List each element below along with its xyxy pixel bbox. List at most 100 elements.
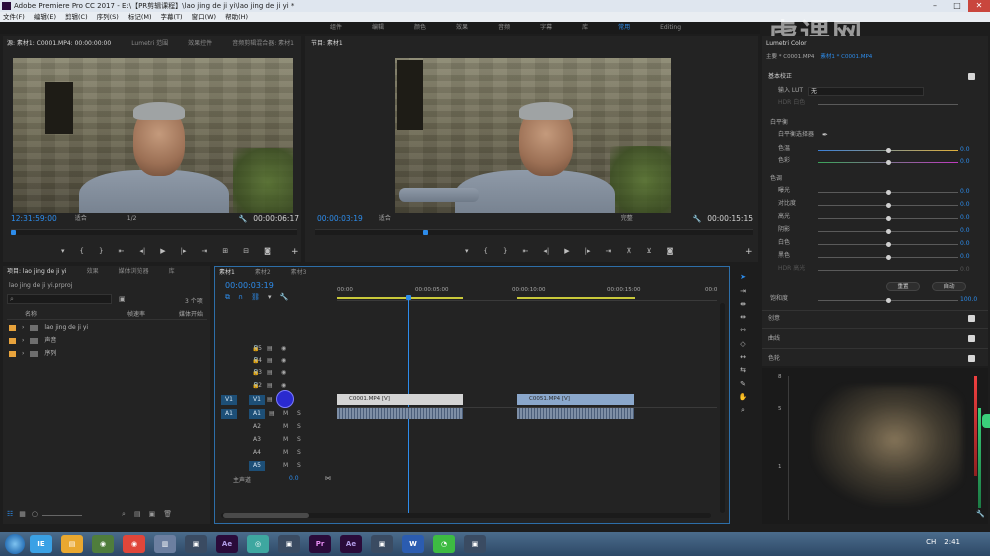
source-patch-v1[interactable]: V1 (221, 395, 237, 405)
go-to-end-icon[interactable]: ⋈ (325, 475, 331, 482)
project-item-row[interactable]: › 声音 (9, 336, 56, 346)
ripple-edit-tool-icon[interactable]: ⇼ (738, 300, 748, 308)
column-name[interactable]: 名称 (25, 310, 37, 320)
temperature-value[interactable]: 0.0 (960, 146, 970, 153)
eye-icon[interactable]: ◉ (281, 369, 286, 376)
program-add-marker-icon[interactable]: ▾ (465, 247, 469, 257)
whites-slider[interactable] (818, 242, 958, 247)
source-playhead[interactable] (11, 230, 16, 235)
insert-icon[interactable]: ⊞ (222, 247, 228, 257)
taskbar-app-icon[interactable]: ▣ (371, 535, 393, 553)
tint-knob[interactable] (886, 160, 891, 165)
highlights-value[interactable]: 0.0 (960, 214, 970, 221)
export-frame-icon[interactable]: ◙ (264, 247, 271, 257)
taskbar-explorer-icon[interactable]: ▤ (61, 535, 83, 553)
solo-button[interactable]: S (297, 423, 301, 430)
tab-lumetri-scopes[interactable]: Lumetri 范围 (131, 38, 168, 50)
taskbar-app-icon[interactable]: ◎ (247, 535, 269, 553)
source-scrub-bar[interactable] (11, 229, 297, 235)
timeline-vertical-scrollbar[interactable] (720, 303, 725, 513)
menu-sequence[interactable]: 序列(S) (97, 12, 119, 22)
track-name-a2[interactable]: A2 (249, 422, 265, 432)
expand-chevron-icon[interactable]: › (22, 336, 24, 346)
creative-checkbox[interactable] (968, 315, 975, 322)
find-icon[interactable]: ⌕ (122, 510, 126, 520)
solo-button[interactable]: S (297, 449, 301, 456)
list-view-icon[interactable]: ☷ (7, 510, 13, 520)
toggle-sync-icon[interactable]: ▤ (267, 357, 273, 364)
blacks-value[interactable]: 0.0 (960, 253, 970, 260)
taskbar-ie-icon[interactable]: IE (30, 535, 52, 553)
menu-edit[interactable]: 编辑(E) (34, 12, 56, 22)
work-area-bar[interactable] (337, 297, 463, 299)
toggle-sync-icon[interactable]: ▤ (267, 345, 273, 352)
slide-tool-icon[interactable]: ⇆ (738, 366, 748, 374)
project-search-input[interactable]: ⌕ (7, 294, 112, 304)
source-timecode-left[interactable]: 12:31:59:00 (11, 214, 57, 224)
expand-chevron-icon[interactable]: › (22, 323, 24, 333)
column-frame-rate[interactable]: 帧速率 (127, 310, 145, 320)
whites-value[interactable]: 0.0 (960, 240, 970, 247)
tab-media-browser[interactable]: 媒体浏览器 (119, 266, 149, 278)
toggle-sync-icon[interactable]: ▤ (267, 382, 273, 389)
shadows-value[interactable]: 0.0 (960, 227, 970, 234)
taskbar-wechat-icon[interactable]: ◔ (433, 535, 455, 553)
program-video-frame[interactable] (395, 58, 671, 213)
eyedropper-icon[interactable]: ✒ (822, 131, 828, 139)
mark-in-icon[interactable]: { (80, 247, 84, 257)
tint-slider[interactable] (818, 160, 958, 165)
track-name-a5[interactable]: A5 (249, 461, 265, 471)
program-resolution-select[interactable]: 完整 (621, 214, 633, 224)
sequence-clip-select[interactable]: 素材1 * C0001.MP4 (820, 52, 872, 62)
program-play-icon[interactable]: ▶ (564, 247, 569, 257)
video-clip[interactable]: C0051.MP4 [V] (517, 394, 634, 405)
taskbar-ae-icon[interactable]: Ae (216, 535, 238, 553)
timeline-horizontal-scrollbar[interactable] (221, 513, 711, 518)
workspace-titles[interactable]: 字幕 (540, 22, 552, 34)
program-go-to-in-icon[interactable]: ⇤ (522, 247, 528, 257)
program-timecode-left[interactable]: 00:00:03:19 (317, 214, 363, 224)
extract-icon[interactable]: ⊻ (646, 247, 651, 257)
timeline-playhead[interactable] (406, 295, 411, 300)
menu-clip[interactable]: 剪辑(C) (65, 12, 88, 22)
tab-libraries[interactable]: 库 (169, 266, 175, 278)
wrench-icon[interactable]: 🔧 (239, 214, 248, 224)
trash-icon[interactable]: 🗑 (163, 510, 172, 520)
program-fit-select[interactable]: 适合 (379, 214, 391, 224)
overwrite-icon[interactable]: ⊟ (243, 247, 249, 257)
audio-clip[interactable] (337, 408, 463, 419)
minimize-icon[interactable]: – (924, 0, 946, 12)
mark-out-icon[interactable]: } (99, 247, 103, 257)
project-item-row[interactable]: › 序列 (9, 349, 56, 359)
video-clip[interactable]: C0001.MP4 [V] (337, 394, 463, 405)
tab-effect-controls[interactable]: 效果控件 (188, 38, 212, 50)
basic-correction-checkbox[interactable] (968, 73, 975, 80)
workspace-audio[interactable]: 音频 (498, 22, 510, 34)
scope-settings-icon[interactable]: 🔧 (976, 510, 985, 518)
taskbar-app-icon[interactable]: ▣ (185, 535, 207, 553)
add-button-icon[interactable]: + (291, 247, 299, 257)
tab-lumetri-color[interactable]: Lumetri Color (766, 38, 807, 50)
audio-clip[interactable] (517, 408, 634, 419)
white-balance-section[interactable]: 白平衡 (770, 118, 788, 128)
hdr-specular-slider[interactable] (818, 270, 958, 271)
scope-expand-handle[interactable] (982, 414, 990, 428)
solo-button[interactable]: S (297, 436, 301, 443)
temperature-knob[interactable] (886, 148, 891, 153)
workspace-libraries[interactable]: 库 (582, 22, 588, 34)
project-item-row[interactable]: › lao jing de ji yi (9, 323, 88, 333)
menu-file[interactable]: 文件(F) (3, 12, 25, 22)
saturation-slider[interactable] (818, 298, 958, 303)
timeline-marker-icon[interactable]: ▾ (268, 293, 272, 302)
tab-project[interactable]: 项目: lao jing de ji yi (7, 266, 67, 278)
tab-program[interactable]: 节目: 素材1 (311, 38, 343, 50)
taskbar-app-icon[interactable]: ▣ (464, 535, 486, 553)
maximize-icon[interactable]: □ (946, 0, 968, 12)
toggle-sync-icon[interactable]: ▤ (267, 396, 273, 403)
column-media-start[interactable]: 媒体开始 (179, 310, 203, 320)
program-step-forward-icon[interactable]: |▸ (585, 247, 591, 257)
solo-button[interactable]: S (297, 462, 301, 469)
mute-button[interactable]: M (283, 449, 288, 456)
section-basic-correction[interactable]: 基本校正 (768, 72, 792, 82)
zoom-out-circle-icon[interactable]: ○ (32, 510, 38, 520)
